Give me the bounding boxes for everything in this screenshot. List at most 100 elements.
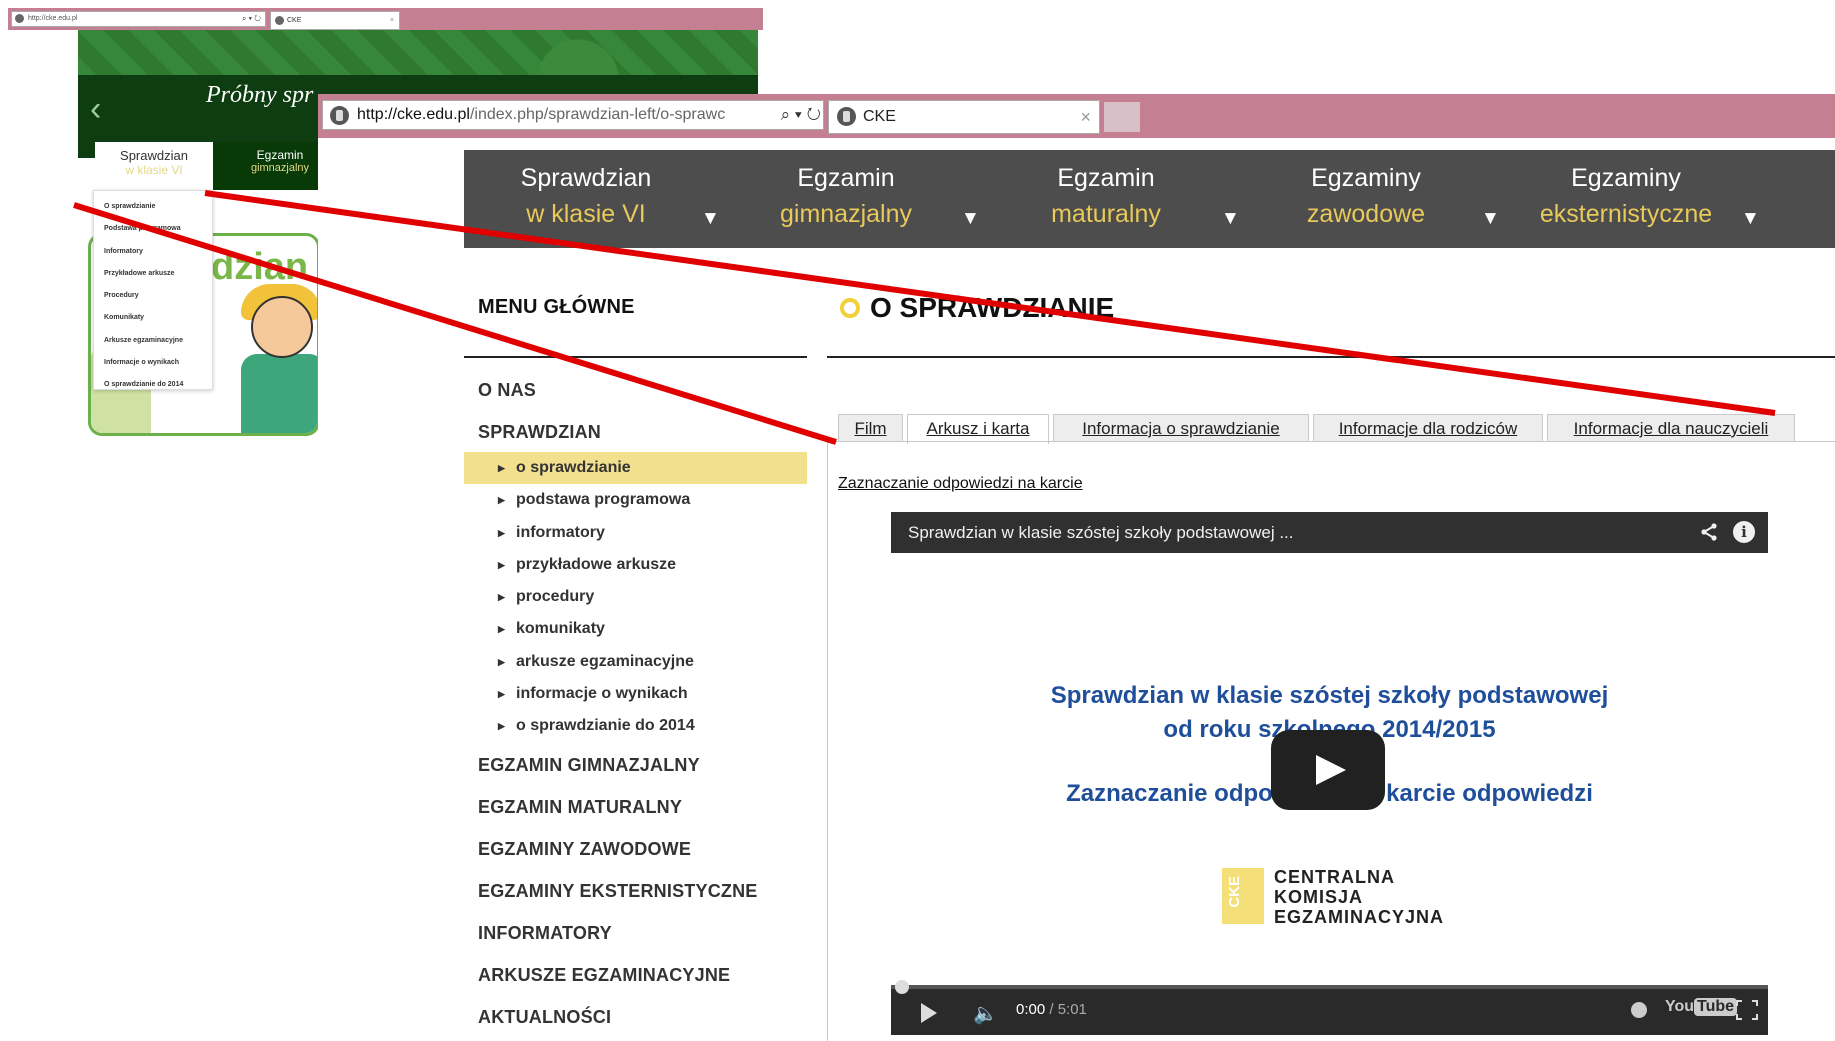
small-tab-close-icon[interactable]: × (390, 12, 394, 29)
bullet-triangle-icon: ▶ (498, 721, 505, 732)
nav-line1: Sprawdzian (520, 164, 652, 192)
sidebar-item-egzamin-gimnazjalny[interactable]: EGZAMIN GIMNAZJALNY (478, 755, 700, 776)
sidebar-subitem[interactable]: ▶ informatory (464, 517, 807, 549)
sidebar-subitem-active[interactable]: ▶ o sprawdzianie (464, 452, 807, 485)
progress-scrubber[interactable] (895, 980, 909, 994)
video-progress-bar[interactable] (891, 980, 1768, 994)
browser-chrome: http://cke.edu.pl/index.php/sprawdzian-l… (318, 94, 1835, 138)
video-title[interactable]: Sprawdzian w klasie szóstej szkoły podst… (908, 512, 1294, 553)
tab-informacja-o-sprawdzianie[interactable]: Informacja o sprawdzianie (1053, 414, 1309, 442)
big-play-button[interactable] (1271, 730, 1385, 810)
bullet-triangle-icon: ▶ (498, 495, 505, 506)
info-icon[interactable]: i (1733, 521, 1755, 543)
tab-film[interactable]: Film (838, 414, 903, 442)
subitem-label: informacje o wynikach (516, 685, 688, 703)
tab-favicon-eagle-icon (837, 107, 856, 126)
sidebar-item-informatory[interactable]: INFORMATORY (478, 923, 612, 944)
sidebar-item-egzaminy-zawodowe[interactable]: EGZAMINY ZAWODOWE (478, 839, 691, 860)
small-dropdown-item[interactable]: Komunikaty (104, 308, 212, 330)
sidebar-item-sprawdzian[interactable]: SPRAWDZIAN (478, 422, 601, 443)
nav-line2: maturalny (1051, 200, 1161, 228)
sidebar-subitem[interactable]: ▶ arkusze egzaminacyjne (464, 646, 807, 678)
watch-later-icon[interactable] (1631, 1002, 1647, 1018)
sidebar-item-arkusze-egzaminacyjne[interactable]: ARKUSZE EGZAMINACYJNE (478, 965, 730, 986)
share-icon[interactable] (1700, 523, 1718, 541)
sidebar-subitem[interactable]: ▶ komunikaty (464, 613, 807, 645)
small-nav-line1: Sprawdzian (120, 148, 188, 163)
page-title: O SPRAWDZIANIE (840, 292, 1114, 324)
small-dropdown-item[interactable]: Informacje o wynikach (104, 353, 212, 375)
sidebar-item-o-nas[interactable]: O NAS (478, 380, 536, 401)
time-current: 0:00 (1016, 1001, 1046, 1018)
small-dropdown-item[interactable]: Informatory (104, 242, 212, 264)
sidebar-heading: MENU GŁÓWNE (478, 296, 635, 318)
bullet-triangle-icon: ▶ (498, 592, 505, 603)
tab-close-icon[interactable]: × (1080, 101, 1091, 133)
fullscreen-icon[interactable] (1736, 1000, 1758, 1020)
tab-informacje-dla-nauczycieli[interactable]: Informacje dla nauczycieli (1547, 414, 1795, 442)
dropdown-arrow-icon[interactable]: ▼ (1221, 208, 1240, 230)
nav-egzaminy-zawodowe[interactable]: Egzaminy zawodowe ▼ (1266, 150, 1526, 248)
small-nav-egzamin-gimnazjalny[interactable]: Egzamin gimnazjalny (235, 148, 325, 174)
small-nav-sprawdzian[interactable]: Sprawdzian w klasie VI (95, 142, 213, 190)
nav-line2: zawodowe (1306, 200, 1426, 228)
sidebar-subitem[interactable]: ▶ procedury (464, 581, 807, 613)
dropdown-arrow-icon[interactable]: ▼ (1741, 208, 1760, 230)
small-browser-tab[interactable]: CKE × (270, 11, 400, 30)
small-dropdown-item[interactable]: O sprawdzianie (104, 197, 212, 219)
dropdown-arrow-icon[interactable]: ▼ (1481, 208, 1500, 230)
sidebar-item-egzaminy-eksternistyczne[interactable]: EGZAMINY EKSTERNISTYCZNE (478, 881, 758, 902)
address-path: /index.php/sprawdzian-left/o-sprawc (469, 106, 726, 123)
dropdown-arrow-icon[interactable]: ▼ (701, 208, 720, 230)
tab-informacje-dla-rodzicow[interactable]: Informacje dla rodziców (1313, 414, 1543, 442)
sidebar-item-aktualnosci[interactable]: AKTUALNOŚCI (478, 1007, 611, 1028)
subitem-label: informatory (516, 523, 605, 541)
small-dropdown-item[interactable]: Podstawa programowa (104, 219, 212, 241)
sidebar-item-egzamin-maturalny[interactable]: EGZAMIN MATURALNY (478, 797, 682, 818)
new-tab-button[interactable] (1104, 102, 1140, 132)
nav-egzamin-gimnazjalny[interactable]: Egzamin gimnazjalny ▼ (746, 150, 1006, 248)
address-bar[interactable]: http://cke.edu.pl/index.php/sprawdzian-l… (322, 100, 824, 130)
small-dropdown-item[interactable]: O sprawdzianie do 2014 (104, 375, 212, 397)
small-address-bar[interactable]: http://cke.edu.pl ⌕ ▾ ↻ (11, 11, 266, 27)
sidebar-subitem[interactable]: ▶ informacje o wynikach (464, 678, 807, 710)
nav-egzaminy-eksternistyczne[interactable]: Egzaminy eksternistyczne ▼ (1526, 150, 1786, 248)
sidebar-subitem[interactable]: ▶ o sprawdzianie do 2014 (464, 710, 807, 742)
tab-title: CKE (863, 108, 896, 125)
dropdown-arrow-icon[interactable]: ▼ (961, 208, 980, 230)
nav-sprawdzian[interactable]: Sprawdzian w klasie VI ▼ (486, 150, 746, 248)
play-icon[interactable] (921, 1003, 937, 1023)
small-nav-line2: gimnazjalny (250, 162, 310, 174)
small-dropdown-item[interactable]: Przykładowe arkusze (104, 264, 212, 286)
cke-logo-letters: CKE (1226, 876, 1243, 908)
nav-line1: Egzamin (797, 164, 895, 192)
search-refresh-icons[interactable]: ⌕ ▾ ↻ (757, 101, 823, 129)
small-dropdown-item[interactable]: Arkusze egzaminacyjne (104, 331, 212, 353)
cke-logo-mark: CKE (1222, 868, 1264, 924)
nav-egzamin-maturalny[interactable]: Egzamin maturalny ▼ (1006, 150, 1266, 248)
sidebar-subitem[interactable]: ▶ przykładowe arkusze (464, 549, 807, 581)
cke-logo-line2: KOMISJA (1274, 887, 1364, 907)
browser-tab[interactable]: CKE × (828, 100, 1100, 134)
youtube-logo-tube: Tube (1694, 998, 1738, 1016)
youtube-logo[interactable]: You Tube (1665, 998, 1738, 1016)
subitem-label: komunikaty (516, 620, 605, 638)
volume-icon[interactable]: 🔈 (973, 1001, 998, 1026)
small-browser-chrome: http://cke.edu.pl ⌕ ▾ ↻ CKE × (8, 8, 763, 30)
content-link[interactable]: Zaznaczanie odpowiedzi na karcie (838, 475, 1083, 493)
small-banner-prev-icon[interactable]: ‹ (90, 90, 101, 129)
time-total: / 5:01 (1045, 1001, 1087, 1018)
subitem-label: arkusze egzaminacyjne (516, 652, 694, 670)
small-dropdown-item[interactable]: Procedury (104, 286, 212, 308)
tab-arkusz-i-karta[interactable]: Arkusz i karta (907, 414, 1049, 444)
title-circle-icon (840, 298, 860, 318)
video-title-bar: Sprawdzian w klasie szóstej szkoły podst… (891, 512, 1768, 553)
youtube-player[interactable]: Sprawdzian w klasie szóstej szkoły podst… (891, 512, 1768, 1035)
cke-logo-line1: CENTRALNA (1274, 867, 1395, 887)
small-address-tools-icons[interactable]: ⌕ ▾ ↻ (242, 12, 261, 26)
nav-line2: eksternistyczne (1539, 200, 1713, 228)
boy-head-illustration (251, 296, 313, 358)
sidebar-subitem[interactable]: ▶ podstawa programowa (464, 484, 807, 516)
video-control-bar: 🔈 0:00 / 5:01 You Tube (891, 980, 1768, 1035)
nav-line1: Egzaminy (1571, 164, 1681, 192)
